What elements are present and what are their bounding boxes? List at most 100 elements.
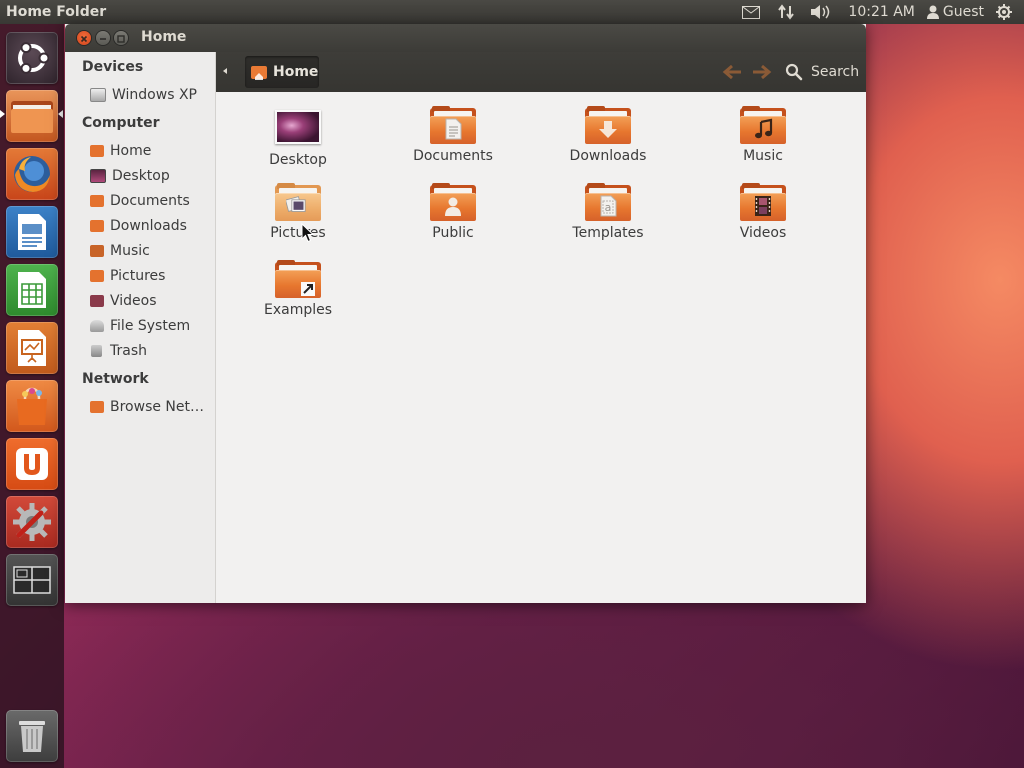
sidebar-item-label: Browse Net…	[110, 399, 205, 415]
file-item-public[interactable]: Public	[393, 183, 513, 253]
sidebar-item-downloads[interactable]: Downloads	[90, 215, 212, 237]
computer-heading: Computer	[82, 115, 160, 131]
file-label: Music	[743, 148, 783, 164]
calc-launcher-button[interactable]	[6, 264, 58, 316]
search-icon	[785, 63, 803, 81]
sidebar-item-label: Downloads	[110, 218, 187, 234]
calc-icon	[18, 272, 46, 308]
drive-icon	[90, 88, 106, 102]
path-back-arrow-icon[interactable]	[223, 68, 227, 74]
top-panel: Home Folder 10:21 AM Guest	[0, 0, 1024, 24]
sidebar-item-label: File System	[110, 318, 191, 334]
file-label: Videos	[739, 225, 787, 241]
downloads-icon	[90, 220, 104, 232]
sidebar-item-file-system[interactable]: File System	[90, 315, 212, 337]
search-button[interactable]: Search	[785, 60, 859, 84]
trash-icon	[91, 345, 102, 357]
power-icon[interactable]	[990, 0, 1024, 24]
workspace-switcher-button[interactable]	[6, 554, 58, 606]
user-icon	[926, 5, 939, 19]
indicator-area: 10:21 AM Guest	[736, 0, 1024, 24]
file-view[interactable]: Desktop Documents Downloads Music Pictur…	[216, 92, 866, 603]
forward-button[interactable]	[751, 62, 775, 82]
videos-folder-icon	[740, 183, 786, 221]
file-label: Desktop	[269, 152, 327, 168]
software-center-launcher-button[interactable]	[6, 380, 58, 432]
mouse-cursor-icon	[301, 223, 314, 243]
sidebar-item-music[interactable]: Music	[90, 240, 212, 262]
search-label: Search	[811, 64, 860, 80]
maximize-button[interactable]	[114, 31, 128, 45]
file-item-downloads[interactable]: Downloads	[548, 106, 668, 176]
file-item-music[interactable]: Music	[703, 106, 823, 176]
file-label: Examples	[263, 302, 333, 318]
devices-heading: Devices	[82, 59, 144, 75]
files-launcher-button[interactable]	[6, 90, 58, 142]
sidebar-item-label: Documents	[110, 193, 190, 209]
dash-home-button[interactable]	[6, 32, 58, 84]
sidebar-item-label: Windows XP	[112, 87, 197, 103]
file-item-documents[interactable]: Documents	[393, 106, 513, 176]
places-sidebar: Devices Windows XP Computer Home Desktop…	[65, 52, 216, 603]
trash-launcher-button[interactable]	[6, 710, 58, 762]
sidebar-item-label: Pictures	[110, 268, 166, 284]
templates-folder-icon: a	[585, 183, 631, 221]
file-item-pictures[interactable]: Pictures	[238, 183, 358, 253]
window-title: Home	[141, 29, 187, 45]
sidebar-item-videos[interactable]: Videos	[90, 290, 212, 312]
writer-launcher-button[interactable]	[6, 206, 58, 258]
path-button-label: Home	[273, 64, 319, 80]
folder-icon	[11, 101, 53, 133]
user-menu[interactable]: Guest	[921, 0, 990, 24]
trash-icon	[19, 721, 45, 752]
minimize-icon	[100, 38, 106, 40]
home-folder-icon	[251, 65, 267, 80]
back-button[interactable]	[721, 62, 745, 82]
network-icon[interactable]	[772, 0, 804, 24]
file-item-templates[interactable]: a Templates	[548, 183, 668, 253]
sidebar-item-trash[interactable]: Trash	[90, 340, 212, 362]
user-name: Guest	[942, 4, 984, 20]
pictures-folder-icon	[275, 183, 321, 221]
firefox-icon	[14, 156, 50, 192]
public-folder-icon	[430, 183, 476, 221]
sidebar-item-desktop[interactable]: Desktop	[90, 165, 212, 187]
writer-icon	[18, 214, 46, 250]
file-label: Public	[432, 225, 474, 241]
active-indicator	[58, 110, 63, 118]
mail-icon[interactable]	[736, 0, 772, 24]
sidebar-item-browse-network[interactable]: Browse Net…	[90, 396, 212, 418]
sidebar-item-pictures[interactable]: Pictures	[90, 265, 212, 287]
toolbar: Home Search	[215, 52, 866, 92]
path-button-home[interactable]: Home	[245, 56, 319, 88]
file-label: Templates	[572, 225, 644, 241]
sidebar-item-documents[interactable]: Documents	[90, 190, 212, 212]
ubuntu-one-icon	[16, 448, 48, 480]
forward-arrow-icon	[753, 64, 772, 80]
running-indicator	[0, 110, 5, 118]
workspace-icon	[13, 566, 51, 594]
file-item-desktop[interactable]: Desktop	[238, 106, 358, 176]
file-manager-window: Home Home Search Devices Windows XP Comp…	[65, 24, 866, 603]
sidebar-item-windows-xp[interactable]: Windows XP	[90, 84, 212, 106]
sidebar-item-label: Home	[110, 143, 152, 159]
settings-gear-icon	[13, 503, 51, 541]
window-titlebar[interactable]: Home	[65, 24, 866, 52]
ubuntu-logo-icon	[18, 42, 49, 74]
documents-icon	[90, 195, 104, 207]
volume-icon[interactable]	[804, 0, 842, 24]
minimize-button[interactable]	[96, 31, 110, 45]
desktop-folder-icon	[275, 110, 321, 144]
sidebar-item-label: Videos	[110, 293, 157, 309]
file-item-videos[interactable]: Videos	[703, 183, 823, 253]
impress-launcher-button[interactable]	[6, 322, 58, 374]
sidebar-item-home[interactable]: Home	[90, 140, 212, 162]
music-folder-icon	[740, 106, 786, 144]
ubuntu-one-launcher-button[interactable]	[6, 438, 58, 490]
firefox-launcher-button[interactable]	[6, 148, 58, 200]
file-item-examples[interactable]: Examples	[238, 260, 358, 330]
shopping-bag-icon	[17, 387, 47, 425]
system-settings-launcher-button[interactable]	[6, 496, 58, 548]
clock[interactable]: 10:21 AM	[842, 0, 920, 24]
close-button[interactable]	[77, 31, 91, 45]
